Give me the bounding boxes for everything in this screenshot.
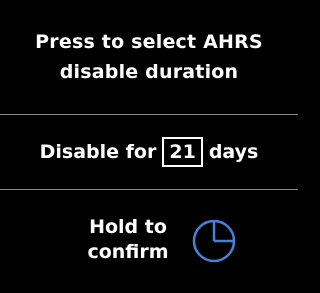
select-duration-prompt[interactable]: Press to select AHRS disable duration — [0, 0, 298, 114]
duration-suffix-label: days — [208, 141, 259, 163]
prompt-line-1: Press to select AHRS — [35, 31, 263, 53]
confirm-line-1: Hold to — [89, 216, 167, 238]
prompt-line-2: disable duration — [59, 61, 239, 83]
duration-prefix-label: Disable for — [39, 141, 157, 163]
confirm-label: Hold to confirm — [72, 215, 184, 265]
days-value-box[interactable]: 21 — [162, 137, 203, 167]
confirm-line-2: confirm — [87, 241, 169, 263]
duration-row: Disable for 21 days — [0, 115, 298, 189]
ahrs-disable-screen: Press to select AHRS disable duration Di… — [0, 0, 298, 293]
timer-icon — [192, 219, 236, 263]
hold-to-confirm-button[interactable]: Hold to confirm — [0, 190, 298, 293]
